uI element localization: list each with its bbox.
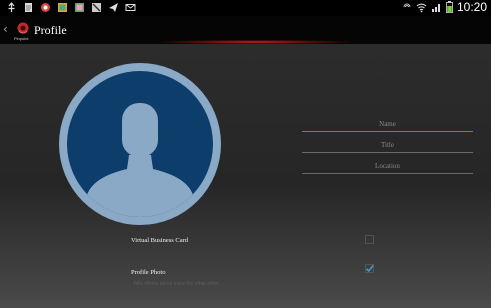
profile-photo-checkbox[interactable] — [365, 264, 374, 273]
header-glow — [160, 40, 350, 44]
virtual-business-card-label: Virtual Business Card — [131, 237, 189, 244]
document-icon — [25, 3, 32, 12]
send-icon — [109, 3, 118, 12]
back-button[interactable]: ‹ — [3, 22, 8, 36]
profile-photo-label: Profile Photo — [131, 269, 166, 276]
page-title: Profile — [34, 23, 67, 37]
email-icon — [125, 4, 136, 11]
nfc-icon — [403, 3, 411, 8]
name-field[interactable]: Name — [302, 116, 473, 132]
wifi-icon — [416, 3, 427, 12]
app-icon — [41, 3, 50, 12]
clock: 10:20 — [456, 0, 487, 14]
title-field[interactable]: Title — [302, 137, 473, 153]
checkmark-icon — [365, 265, 374, 273]
gallery-icon — [58, 3, 67, 12]
gallery-icon — [75, 3, 84, 12]
cards-icon — [92, 3, 101, 12]
usb-icon — [8, 2, 15, 12]
status-bar: 10:20 — [0, 0, 491, 16]
virtual-business-card-checkbox[interactable] — [365, 235, 374, 244]
notification-icons — [6, 2, 136, 13]
app-logo-text: Pinpoint — [14, 36, 29, 41]
system-icons: 10:20 — [402, 0, 487, 14]
profile-avatar[interactable] — [59, 63, 221, 225]
location-field[interactable]: Location — [302, 158, 473, 174]
signal-icon — [431, 3, 440, 12]
battery-icon — [446, 1, 453, 13]
profile-photo-hint: Tells others about more the other other.… — [133, 281, 223, 287]
